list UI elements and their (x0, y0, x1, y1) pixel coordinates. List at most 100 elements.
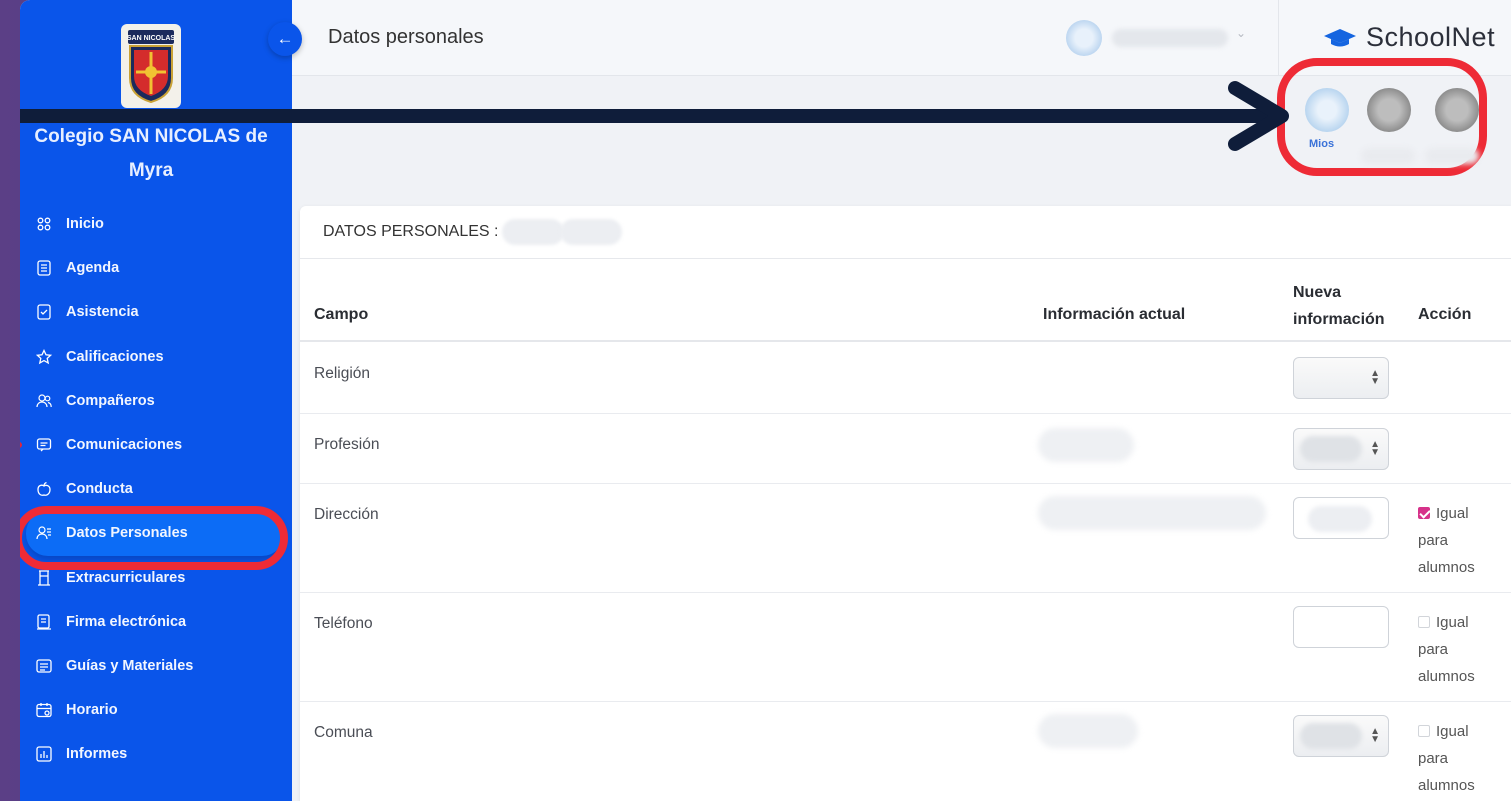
current-value-redacted (1038, 714, 1138, 748)
sidebar-item-companeros[interactable]: Compañeros (20, 379, 292, 423)
signature-icon (36, 614, 52, 630)
sidebar-item-label: Horario (66, 702, 118, 719)
sidebar-item-guias-materiales[interactable]: Guías y Materiales (20, 644, 292, 688)
calendar-icon (36, 702, 52, 718)
sidebar-item-extracurriculares[interactable]: Extracurriculares (20, 556, 292, 600)
school-logo: SAN NICOLAS (121, 24, 181, 108)
action-label: alumnos (1418, 668, 1475, 685)
action-label: para (1418, 641, 1449, 658)
arrow-left-icon: ← (276, 29, 294, 48)
action-label: Igual (1436, 505, 1469, 522)
action-label: para (1418, 750, 1449, 767)
chevron-down-icon[interactable]: ⌄ (1236, 26, 1246, 40)
users-icon (36, 393, 52, 409)
entered-value-redacted (1308, 506, 1372, 532)
action-label: alumnos (1418, 777, 1475, 794)
action-label: Igual (1436, 723, 1469, 740)
sidebar: SAN NICOLAS Colegio SAN NICOLAS de Myra … (20, 0, 292, 801)
folder-icon (36, 658, 52, 674)
student-avatar[interactable] (1435, 88, 1479, 132)
tower-icon (36, 569, 52, 586)
agenda-icon (36, 260, 52, 276)
page-title: Datos personales (328, 26, 484, 48)
same-for-students-option: Igual para alumnos (1418, 609, 1475, 690)
grid-icon (36, 216, 52, 232)
card-title: DATOS PERSONALES : (323, 223, 499, 240)
sidebar-item-label: Conducta (66, 481, 133, 498)
sidebar-item-asistencia[interactable]: Asistencia (20, 290, 292, 334)
profession-select[interactable]: ▲ ▼ (1293, 428, 1389, 470)
phone-input[interactable] (1293, 606, 1389, 648)
field-label: Teléfono (314, 615, 373, 632)
same-for-students-checkbox[interactable] (1418, 507, 1430, 519)
user-name-redacted[interactable] (1112, 29, 1228, 47)
apple-icon (36, 481, 52, 497)
action-label: para (1418, 532, 1449, 549)
sidebar-item-firma-electronica[interactable]: Firma electrónica (20, 600, 292, 644)
select-arrows-icon: ▲ ▼ (1370, 368, 1380, 387)
svg-text:SAN NICOLAS: SAN NICOLAS (127, 35, 176, 42)
column-header-actual: Información actual (1043, 306, 1186, 323)
same-for-students-option: Igual para alumnos (1418, 500, 1475, 581)
column-header-nueva: Nueva información (1293, 279, 1385, 333)
table-row: Dirección Igual para alumnos (300, 484, 1511, 593)
sidebar-item-label: Inicio (66, 216, 104, 233)
user-list-icon (36, 525, 52, 541)
student-switcher: Mios (1277, 58, 1487, 176)
religion-select[interactable]: ▲ ▼ (1293, 357, 1389, 399)
sidebar-item-datos-personales[interactable]: Datos Personales (26, 511, 284, 556)
sidebar-item-informes[interactable]: Informes (20, 732, 292, 776)
field-label: Comuna (314, 724, 373, 741)
sidebar-item-label: Compañeros (66, 392, 155, 409)
sidebar-item-agenda[interactable]: Agenda (20, 246, 292, 290)
brand-logo: SchoolNet (1322, 22, 1495, 53)
column-header-nueva-line1: Nueva (1293, 284, 1342, 301)
personal-data-card: DATOS PERSONALES : Campo Información act… (300, 206, 1511, 801)
school-name: Colegio SAN NICOLAS de Myra (34, 126, 268, 181)
sidebar-item-label: Calificaciones (66, 348, 164, 365)
sidebar-item-label: Informes (66, 746, 128, 763)
same-for-students-checkbox[interactable] (1418, 616, 1430, 628)
app-window: SAN NICOLAS Colegio SAN NICOLAS de Myra … (20, 0, 1511, 801)
select-arrows-icon: ▲ ▼ (1370, 726, 1380, 745)
sidebar-item-horario[interactable]: Horario (20, 688, 292, 732)
comuna-select[interactable]: ▲ ▼ (1293, 715, 1389, 757)
student-label-mine: Mios (1309, 138, 1335, 150)
selected-value-redacted (1300, 723, 1362, 749)
select-arrows-icon: ▲ ▼ (1370, 439, 1380, 458)
student-avatar[interactable] (1367, 88, 1411, 132)
same-for-students-checkbox[interactable] (1418, 725, 1430, 737)
sidebar-item-label: Agenda (66, 260, 120, 277)
current-value-redacted (1038, 428, 1134, 462)
student-name-redacted (1361, 148, 1415, 164)
sidebar-item-comunicaciones[interactable]: Comunicaciones (20, 423, 292, 467)
user-avatar[interactable] (1066, 20, 1102, 56)
table-row: Teléfono Igual para alumnos (300, 593, 1511, 702)
sidebar-item-conducta[interactable]: Conducta (20, 467, 292, 511)
field-label: Religión (314, 365, 371, 382)
table-row: Comuna ▲ ▼ Igual para alumnos (300, 702, 1511, 801)
table-header: Campo Información actual Nueva informaci… (300, 266, 1511, 342)
action-label: alumnos (1418, 559, 1475, 576)
sidebar-item-inicio[interactable]: Inicio (20, 202, 292, 246)
student-name-redacted (1425, 148, 1479, 164)
action-label: Igual (1436, 614, 1469, 631)
student-name-redacted (560, 219, 623, 245)
address-input[interactable] (1293, 497, 1389, 539)
collapse-sidebar-button[interactable]: ← (268, 22, 302, 56)
field-label: Profesión (314, 436, 380, 453)
table-row: Religión ▲ ▼ (300, 343, 1511, 414)
student-avatar-mine[interactable] (1305, 88, 1349, 132)
notification-dot (20, 442, 22, 449)
report-icon (36, 746, 52, 762)
same-for-students-option: Igual para alumnos (1418, 718, 1475, 799)
card-header: DATOS PERSONALES : (300, 206, 1511, 259)
sidebar-item-label: Firma electrónica (66, 613, 187, 630)
student-name-redacted (502, 219, 565, 245)
sidebar-item-label: Comunicaciones (66, 437, 183, 454)
sidebar-item-label: Extracurriculares (66, 569, 186, 586)
sidebar-item-calificaciones[interactable]: Calificaciones (20, 335, 292, 379)
sidebar-item-label: Datos Personales (66, 525, 188, 542)
message-icon (36, 437, 52, 453)
star-icon (36, 348, 52, 365)
